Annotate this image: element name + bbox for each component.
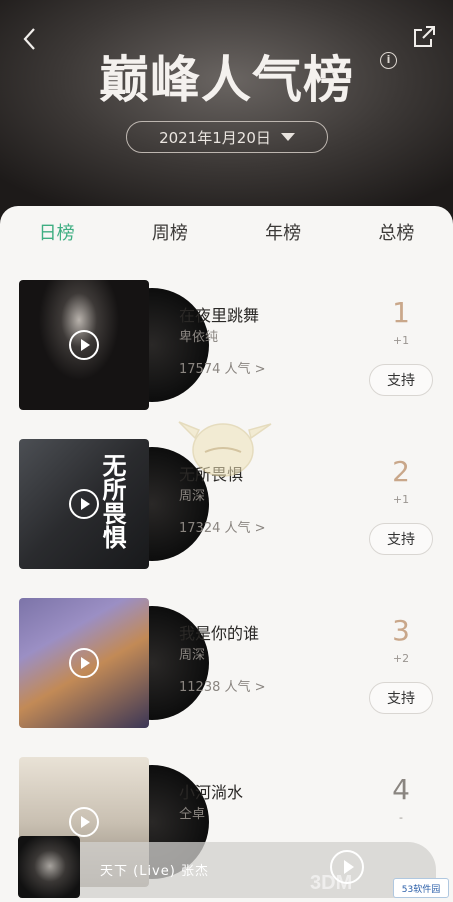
rank-change: +1 (392, 334, 410, 347)
watermark-badge: 53软件园 (393, 878, 449, 898)
page-title: 巅峰人气榜 (99, 51, 354, 109)
date-label: 2021年1月20日 (159, 128, 271, 147)
popularity-link[interactable]: 17324 人气 > (179, 517, 266, 536)
support-button[interactable]: 支持 (369, 523, 433, 555)
tab-yearly[interactable]: 年榜 (227, 219, 340, 245)
song-artist: 卑依纯 (179, 330, 219, 345)
song-row[interactable]: 我是你的谁 周深 11238 人气 > 3 +2 支持 (0, 598, 453, 758)
watermark-mascot-icon (178, 421, 272, 477)
popularity-link[interactable]: 17574 人气 > (179, 358, 266, 377)
popularity-link[interactable]: 11238 人气 > (179, 676, 266, 695)
tab-bar: 日榜 周榜 年榜 总榜 (0, 206, 453, 258)
tab-weekly[interactable]: 周榜 (113, 219, 226, 245)
now-playing-text: 天下 (Live) 张杰 (100, 864, 209, 879)
rank-change: - (399, 811, 403, 824)
date-selector[interactable]: 2021年1月20日 (126, 121, 328, 153)
caret-down-icon (280, 133, 295, 141)
tab-total[interactable]: 总榜 (340, 219, 453, 245)
watermark-3dm: 3DM (310, 872, 353, 894)
chart-panel: 日榜 周榜 年榜 总榜 在夜里跳舞 卑依纯 17574 人气 > 1 +1 支持… (0, 206, 453, 902)
cover-calligraphy: 无所畏惧 (98, 453, 127, 549)
song-title: 我是你的谁 (179, 624, 260, 643)
play-icon[interactable] (69, 330, 99, 360)
album-cover[interactable]: 无所畏惧 (19, 439, 149, 569)
rank-number: 1 (392, 296, 410, 329)
song-artist: 仝卓 (179, 807, 206, 822)
support-button[interactable]: 支持 (369, 682, 433, 714)
play-icon[interactable] (69, 648, 99, 678)
song-title: 在夜里跳舞 (179, 306, 260, 325)
info-icon[interactable]: i (380, 52, 397, 69)
song-artist: 周深 (179, 648, 206, 663)
album-cover[interactable] (19, 598, 149, 728)
mini-player-cover[interactable] (18, 836, 80, 898)
rank-change: +2 (392, 652, 410, 665)
mini-player[interactable] (20, 842, 436, 898)
rank-change: +1 (392, 493, 410, 506)
rank-number: 2 (392, 455, 410, 488)
album-cover[interactable] (19, 280, 149, 410)
support-button[interactable]: 支持 (369, 364, 433, 396)
rank-number: 4 (392, 773, 410, 806)
app-root: 巅峰人气榜 i 2021年1月20日 日榜 周榜 年榜 总榜 在夜里跳舞 卑依纯… (0, 0, 453, 902)
tab-daily[interactable]: 日榜 (0, 219, 113, 245)
play-icon[interactable] (69, 807, 99, 837)
song-title: 小河淌水 (179, 783, 244, 802)
rank-number: 3 (392, 614, 410, 647)
play-icon[interactable] (69, 489, 99, 519)
